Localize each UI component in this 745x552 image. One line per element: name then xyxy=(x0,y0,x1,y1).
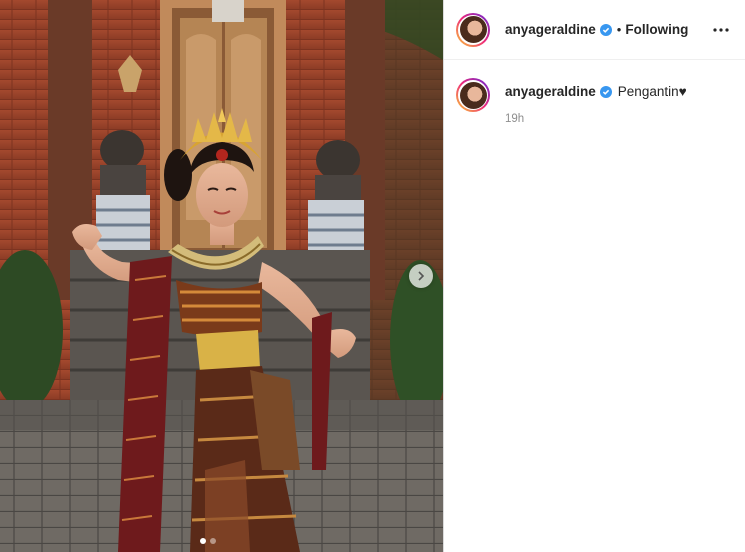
header-username[interactable]: anyageraldine xyxy=(505,22,596,37)
post-photo[interactable] xyxy=(0,0,443,552)
chevron-right-icon xyxy=(418,271,425,281)
following-button[interactable]: Following xyxy=(625,22,688,37)
caption-username[interactable]: anyageraldine xyxy=(505,84,596,99)
carousel-dot xyxy=(210,538,216,544)
caption-comment: anyageraldine Pengantin♥ 19h xyxy=(444,60,745,125)
header-separator: • xyxy=(616,22,622,37)
next-photo-button[interactable] xyxy=(409,264,433,288)
post-side-panel: anyageraldine • Following anyageraldine xyxy=(443,0,745,552)
more-options-icon[interactable] xyxy=(709,18,733,42)
verified-badge-icon xyxy=(599,85,612,98)
post-timestamp[interactable]: 19h xyxy=(505,113,687,125)
verified-badge-icon xyxy=(599,23,612,36)
post-header: anyageraldine • Following xyxy=(444,0,745,60)
caption-avatar[interactable] xyxy=(456,78,490,112)
carousel-dot-active xyxy=(200,538,206,544)
avatar[interactable] xyxy=(456,12,490,47)
caption-text: Pengantin♥ xyxy=(617,84,687,99)
balinese-dancer-photo xyxy=(0,0,443,552)
carousel-indicator xyxy=(200,538,216,544)
